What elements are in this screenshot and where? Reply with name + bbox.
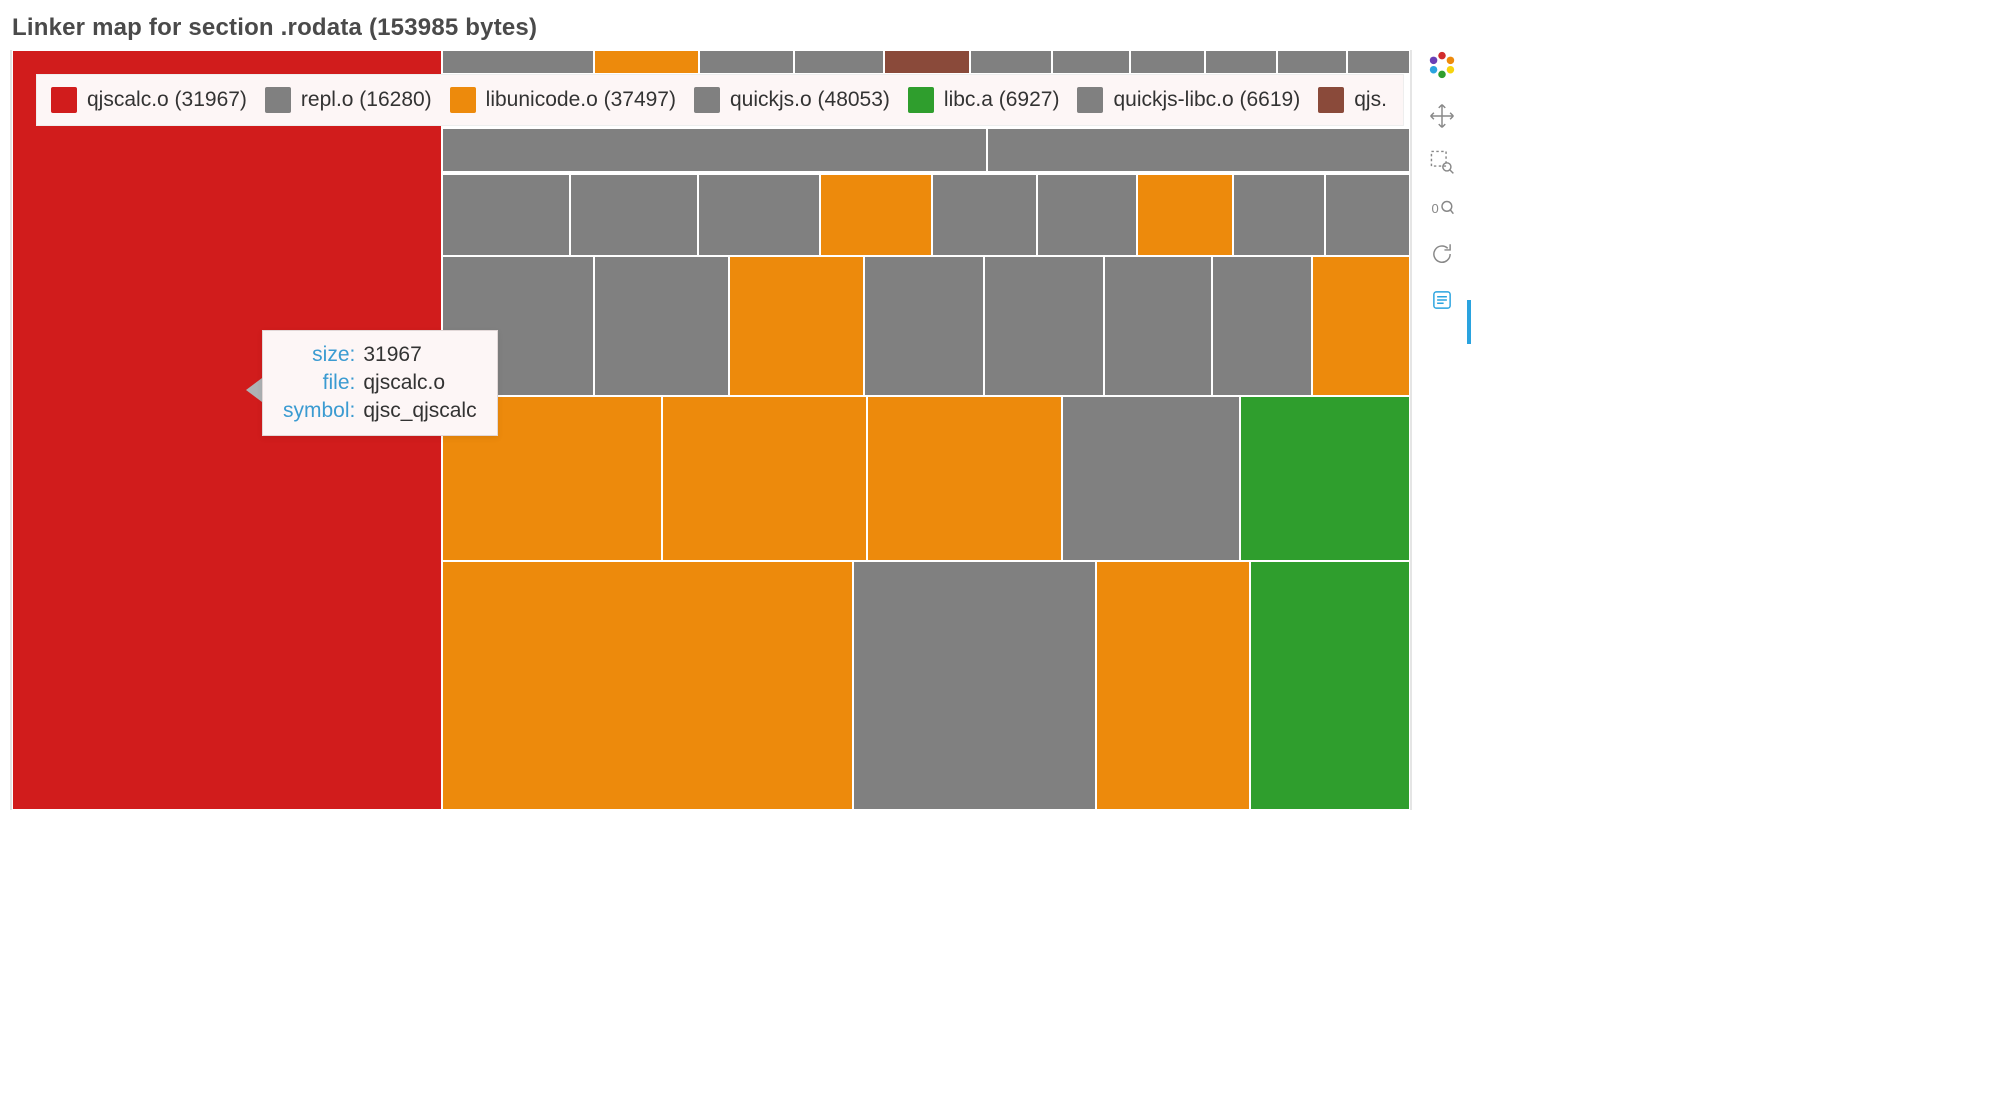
- legend-label: quickjs.o (48053): [730, 88, 890, 112]
- legend-label: libc.a (6927): [944, 88, 1060, 112]
- treemap-cell[interactable]: [987, 128, 1410, 172]
- hover-tool[interactable]: [1427, 285, 1457, 315]
- legend-swatch: [908, 87, 934, 113]
- treemap-cell[interactable]: [864, 256, 984, 396]
- treemap-cell[interactable]: [1312, 256, 1410, 396]
- treemap-cell[interactable]: [1205, 50, 1277, 74]
- svg-text:0: 0: [1431, 201, 1438, 216]
- treemap-cell[interactable]: [699, 50, 794, 74]
- box-zoom-tool[interactable]: [1427, 147, 1457, 177]
- legend-label: qjscalc.o (31967): [87, 88, 247, 112]
- legend-swatch: [51, 87, 77, 113]
- treemap-cell[interactable]: [820, 174, 932, 256]
- tooltip-file-label: file:: [279, 369, 359, 397]
- treemap-cell[interactable]: [1062, 396, 1240, 561]
- treemap-cell[interactable]: [1240, 396, 1410, 561]
- hover-tooltip: size: 31967 file: qjscalc.o symbol: qjsc…: [262, 330, 498, 436]
- treemap-cell[interactable]: [970, 50, 1052, 74]
- tooltip-size-label: size:: [279, 341, 359, 369]
- treemap-cell[interactable]: [1277, 50, 1347, 74]
- legend-label: libunicode.o (37497): [486, 88, 676, 112]
- treemap-cell[interactable]: [594, 256, 729, 396]
- treemap-cell[interactable]: [1037, 174, 1137, 256]
- treemap-cell[interactable]: [867, 396, 1062, 561]
- treemap-cell[interactable]: [1130, 50, 1205, 74]
- treemap-cell[interactable]: [570, 174, 698, 256]
- treemap-cell[interactable]: [1137, 174, 1233, 256]
- treemap-cell[interactable]: [662, 396, 867, 561]
- treemap-cell[interactable]: [794, 50, 884, 74]
- treemap-cell[interactable]: [442, 561, 853, 810]
- treemap-cell[interactable]: [442, 174, 570, 256]
- hover-tool-active-indicator: [1467, 300, 1471, 344]
- treemap-cell[interactable]: [1052, 50, 1130, 74]
- wheel-zoom-tool[interactable]: 0: [1427, 193, 1457, 223]
- treemap-plot[interactable]: qjscalc.o (31967) repl.o (16280) libunicod…: [10, 50, 1412, 810]
- page-title: Linker map for section .rodata (153985 b…: [12, 14, 537, 42]
- legend-item[interactable]: libc.a (6927): [908, 87, 1060, 113]
- legend-item[interactable]: repl.o (16280): [265, 87, 432, 113]
- treemap-cell[interactable]: [932, 174, 1037, 256]
- pan-tool[interactable]: [1427, 101, 1457, 131]
- legend-item[interactable]: libunicode.o (37497): [450, 87, 676, 113]
- legend-label: qjs.: [1354, 88, 1387, 112]
- treemap-cell[interactable]: [442, 128, 987, 172]
- treemap-cell[interactable]: [729, 256, 864, 396]
- legend-item[interactable]: quickjs-libc.o (6619): [1077, 87, 1300, 113]
- legend[interactable]: qjscalc.o (31967) repl.o (16280) libunicod…: [36, 74, 1404, 126]
- treemap-cell[interactable]: [1233, 174, 1325, 256]
- tooltip-symbol-label: symbol:: [279, 397, 359, 425]
- treemap-cell[interactable]: [1104, 256, 1212, 396]
- treemap-cell[interactable]: [1212, 256, 1312, 396]
- treemap-cell[interactable]: [1347, 50, 1410, 74]
- treemap-cell[interactable]: [698, 174, 820, 256]
- legend-item[interactable]: qjscalc.o (31967): [51, 87, 247, 113]
- treemap-cells: [12, 50, 1410, 808]
- treemap-cell[interactable]: [853, 561, 1096, 810]
- treemap-cell[interactable]: [984, 256, 1104, 396]
- legend-swatch: [1077, 87, 1103, 113]
- treemap-cell[interactable]: [442, 50, 594, 74]
- treemap-cell[interactable]: [884, 50, 970, 74]
- legend-swatch: [450, 87, 476, 113]
- legend-swatch: [694, 87, 720, 113]
- tooltip-arrow: [246, 378, 262, 402]
- tooltip-size-value: 31967: [359, 341, 480, 369]
- legend-label: quickjs-libc.o (6619): [1113, 88, 1300, 112]
- legend-swatch: [1318, 87, 1344, 113]
- legend-label: repl.o (16280): [301, 88, 432, 112]
- tooltip-file-value: qjscalc.o: [359, 369, 480, 397]
- treemap-cell[interactable]: [1250, 561, 1410, 810]
- plot-toolbar: 0: [1422, 50, 1462, 315]
- reset-tool[interactable]: [1427, 239, 1457, 269]
- treemap-cell[interactable]: [594, 50, 699, 74]
- legend-swatch: [265, 87, 291, 113]
- legend-item[interactable]: qjs.: [1318, 87, 1387, 113]
- bokeh-logo-icon[interactable]: [1427, 50, 1457, 85]
- tooltip-symbol-value: qjsc_qjscalc: [359, 397, 480, 425]
- treemap-cell[interactable]: [1325, 174, 1410, 256]
- legend-item[interactable]: quickjs.o (48053): [694, 87, 890, 113]
- treemap-cell[interactable]: [1096, 561, 1250, 810]
